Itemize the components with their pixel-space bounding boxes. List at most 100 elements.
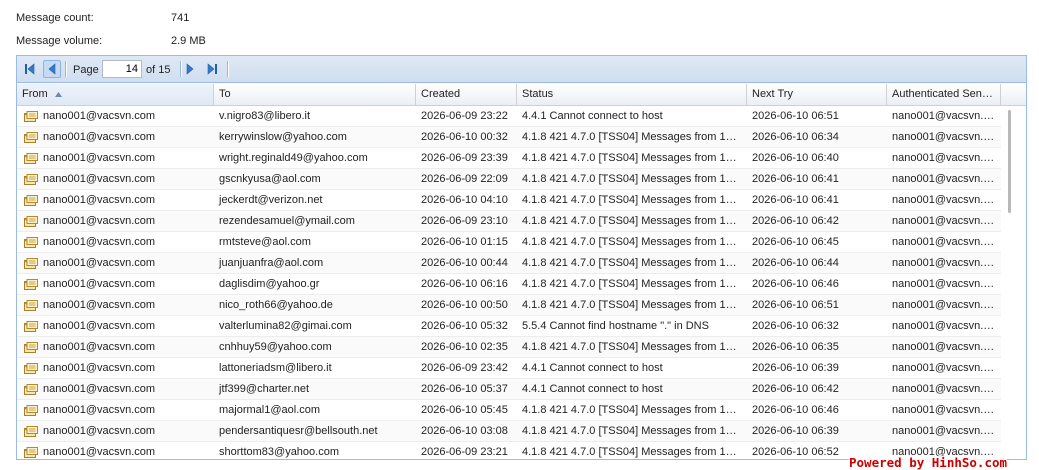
- column-header-label: To: [219, 88, 231, 100]
- cell-authenticated-sender: nano001@vacsvn.…: [892, 425, 995, 437]
- next-page-button[interactable]: [181, 60, 199, 78]
- column-header-from[interactable]: From: [17, 84, 214, 105]
- cell-authenticated-sender: nano001@vacsvn.…: [892, 362, 995, 374]
- from-address: nano001@vacsvn.com: [43, 383, 156, 395]
- table-row[interactable]: nano001@vacsvn.com cnhhuy59@yahoo.com 2026…: [17, 337, 1001, 358]
- cell-to: jeckerdt@verizon.net: [219, 194, 323, 206]
- column-header-next-try[interactable]: Next Try: [747, 84, 887, 105]
- from-address: nano001@vacsvn.com: [43, 110, 156, 122]
- table-row[interactable]: nano001@vacsvn.com lattoneriadsm@libero.i…: [17, 358, 1001, 379]
- table-row[interactable]: nano001@vacsvn.com juanjuanfra@aol.com 202…: [17, 253, 1001, 274]
- cell-next-try: 2026-06-10 06:44: [752, 257, 839, 269]
- queued-message-icon: [24, 299, 38, 311]
- cell-next-try: 2026-06-10 06:41: [752, 173, 839, 185]
- cell-next-try: 2026-06-10 06:51: [752, 299, 839, 311]
- vertical-scrollbar[interactable]: [1001, 106, 1026, 459]
- table-row[interactable]: nano001@vacsvn.com jtf399@charter.net 2026…: [17, 379, 1001, 400]
- cell-authenticated-sender: nano001@vacsvn.…: [892, 341, 995, 353]
- cell-to: daglisdim@yahoo.gr: [219, 278, 320, 290]
- prev-page-button[interactable]: [43, 60, 61, 78]
- queued-message-icon: [24, 383, 38, 395]
- toolbar-separator: [65, 61, 67, 77]
- cell-to: gscnkyusa@aol.com: [219, 173, 321, 185]
- column-header-label: Status: [522, 88, 554, 100]
- table-row[interactable]: nano001@vacsvn.com kerrywinslow@yahoo.com…: [17, 127, 1001, 148]
- from-address: nano001@vacsvn.com: [43, 404, 156, 416]
- from-address: nano001@vacsvn.com: [43, 446, 156, 458]
- cell-created: 2026-06-10 01:15: [421, 236, 508, 248]
- column-header-label: Next Try: [752, 88, 793, 100]
- from-address: nano001@vacsvn.com: [43, 215, 156, 227]
- cell-authenticated-sender: nano001@vacsvn.…: [892, 236, 995, 248]
- table-row[interactable]: nano001@vacsvn.com rmtsteve@aol.com 2026-0…: [17, 232, 1001, 253]
- queued-message-icon: [24, 257, 38, 269]
- cell-status: 4.1.8 421 4.7.0 [TSS04] Messages from 1…: [522, 299, 737, 311]
- cell-from: nano001@vacsvn.com: [17, 379, 214, 399]
- from-address: nano001@vacsvn.com: [43, 341, 156, 353]
- cell-to: pendersantiquesr@bellsouth.net: [219, 425, 378, 437]
- queued-message-icon: [24, 236, 38, 248]
- cell-from: nano001@vacsvn.com: [17, 211, 214, 231]
- table-row[interactable]: nano001@vacsvn.com gscnkyusa@aol.com 2026-…: [17, 169, 1001, 190]
- cell-next-try: 2026-06-10 06:46: [752, 278, 839, 290]
- table-row[interactable]: nano001@vacsvn.com nico_roth66@yahoo.de 20…: [17, 295, 1001, 316]
- cell-from: nano001@vacsvn.com: [17, 316, 214, 336]
- table-row[interactable]: nano001@vacsvn.com v.nigro83@libero.it 202…: [17, 106, 1001, 127]
- column-header-status[interactable]: Status: [517, 84, 747, 105]
- table-row[interactable]: nano001@vacsvn.com rezendesamuel@ymail.co…: [17, 211, 1001, 232]
- table-row[interactable]: nano001@vacsvn.com majormal1@aol.com 2026-…: [17, 400, 1001, 421]
- cell-authenticated-sender: nano001@vacsvn.…: [892, 278, 995, 290]
- queued-message-icon: [24, 341, 38, 353]
- queued-message-icon: [24, 446, 38, 458]
- queued-message-icon: [24, 404, 38, 416]
- queued-message-icon: [24, 320, 38, 332]
- cell-to: wright.reginald49@yahoo.com: [219, 152, 368, 164]
- cell-authenticated-sender: nano001@vacsvn.…: [892, 383, 995, 395]
- column-header-authenticated-sender[interactable]: Authenticated Sen…: [887, 84, 1001, 105]
- scrollbar-thumb[interactable]: [1008, 110, 1011, 213]
- table-row[interactable]: nano001@vacsvn.com jeckerdt@verizon.net 20…: [17, 190, 1001, 211]
- grid-header: From To Created Status Next Try Authenti…: [17, 84, 1026, 106]
- cell-next-try: 2026-06-10 06:35: [752, 341, 839, 353]
- first-page-icon: [25, 63, 35, 75]
- cell-from: nano001@vacsvn.com: [17, 421, 214, 441]
- cell-status: 4.1.8 421 4.7.0 [TSS04] Messages from 1…: [522, 194, 737, 206]
- cell-created: 2026-06-10 00:32: [421, 131, 508, 143]
- cell-status: 4.4.1 Cannot connect to host: [522, 110, 663, 122]
- queued-message-icon: [24, 425, 38, 437]
- cell-to: nico_roth66@yahoo.de: [219, 299, 333, 311]
- cell-to: lattoneriadsm@libero.it: [219, 362, 332, 374]
- cell-created: 2026-06-10 02:35: [421, 341, 508, 353]
- message-count-row: Message count: 741: [16, 11, 316, 25]
- cell-next-try: 2026-06-10 06:39: [752, 425, 839, 437]
- next-page-icon: [186, 63, 194, 75]
- column-header-label: Authenticated Sen…: [892, 88, 993, 100]
- cell-created: 2026-06-09 23:21: [421, 446, 508, 458]
- last-page-button[interactable]: [203, 60, 221, 78]
- queued-message-icon: [24, 173, 38, 185]
- cell-authenticated-sender: nano001@vacsvn.…: [892, 173, 995, 185]
- cell-created: 2026-06-10 05:45: [421, 404, 508, 416]
- cell-from: nano001@vacsvn.com: [17, 232, 214, 252]
- cell-authenticated-sender: nano001@vacsvn.…: [892, 404, 995, 416]
- table-row[interactable]: nano001@vacsvn.com daglisdim@yahoo.gr 2026…: [17, 274, 1001, 295]
- table-row[interactable]: nano001@vacsvn.com pendersantiquesr@bells…: [17, 421, 1001, 442]
- page-label: Page: [73, 64, 99, 76]
- table-row[interactable]: nano001@vacsvn.com valterlumina82@gimai.c…: [17, 316, 1001, 337]
- cell-status: 4.1.8 421 4.7.0 [TSS04] Messages from 1…: [522, 131, 737, 143]
- page-number-input[interactable]: [102, 60, 142, 78]
- from-address: nano001@vacsvn.com: [43, 152, 156, 164]
- column-header-to[interactable]: To: [214, 84, 416, 105]
- paging-toolbar: Page of 15: [17, 56, 1026, 83]
- cell-authenticated-sender: nano001@vacsvn.…: [892, 131, 995, 143]
- cell-next-try: 2026-06-10 06:40: [752, 152, 839, 164]
- cell-authenticated-sender: nano001@vacsvn.…: [892, 320, 995, 332]
- cell-to: kerrywinslow@yahoo.com: [219, 131, 347, 143]
- first-page-button[interactable]: [21, 60, 39, 78]
- cell-from: nano001@vacsvn.com: [17, 358, 214, 378]
- cell-created: 2026-06-10 06:16: [421, 278, 508, 290]
- column-header-created[interactable]: Created: [416, 84, 517, 105]
- from-address: nano001@vacsvn.com: [43, 320, 156, 332]
- cell-from: nano001@vacsvn.com: [17, 148, 214, 168]
- table-row[interactable]: nano001@vacsvn.com wright.reginald49@yaho…: [17, 148, 1001, 169]
